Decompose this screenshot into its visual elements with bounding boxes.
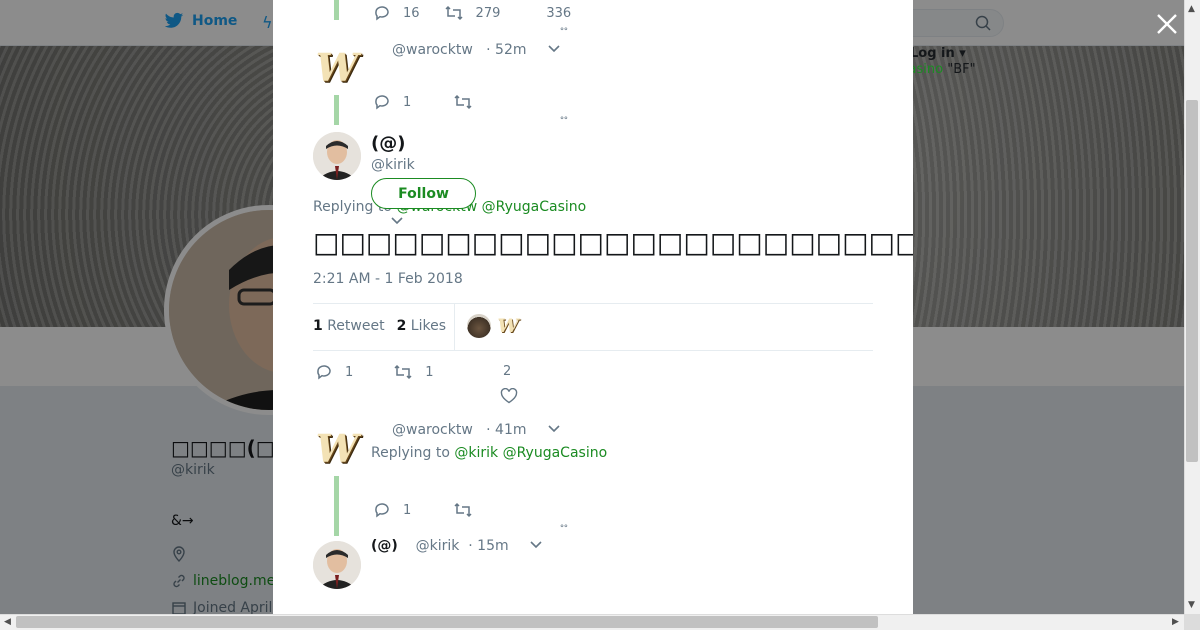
- scroll-left-arrow-icon[interactable]: ◀: [4, 617, 11, 627]
- scroll-right-arrow-icon[interactable]: ▶: [1172, 617, 1179, 627]
- like-action[interactable]: 336: [546, 6, 571, 21]
- avatar-warocktw[interactable]: W: [313, 43, 361, 91]
- tweet-author-name[interactable]: (@): [371, 538, 398, 554]
- tweet-header-warocktw: @warocktw · 52m: [392, 42, 561, 58]
- retweet-action[interactable]: 279: [444, 4, 501, 22]
- reply-count: 1: [403, 94, 412, 110]
- reply-count: 16: [403, 5, 420, 21]
- thread-line: [334, 0, 339, 20]
- heart-icon[interactable]: ᐤᐤ: [560, 115, 568, 126]
- tweet-actions-warocktw-1: 1: [373, 93, 473, 111]
- tweet-handle[interactable]: @warocktw: [392, 422, 473, 438]
- retweet-icon: [454, 94, 472, 110]
- tweet-actions-top: 16 279 336: [373, 4, 571, 22]
- likes-label: Likes: [410, 318, 446, 334]
- divider: [454, 304, 455, 350]
- liker-avatar[interactable]: [467, 314, 491, 338]
- tweet-modal: 16 279 336 ᐤᐤ W @warocktw · 52m 1 ᐤᐤ (@)…: [273, 0, 913, 614]
- replying-to: Replying to @kirik @RyugaCasino: [371, 445, 607, 461]
- thread-line: [334, 95, 339, 125]
- retweet-icon: [454, 502, 472, 518]
- heart-icon[interactable]: ᐤᐤ: [560, 26, 568, 37]
- login-dropdown[interactable]: Log in ▾: [910, 46, 966, 61]
- heart-icon[interactable]: ᐤᐤ: [560, 523, 568, 534]
- reply-icon: [375, 6, 389, 21]
- background-reply-body: "BF": [947, 62, 976, 77]
- tweet-handle[interactable]: @warocktw: [392, 42, 473, 58]
- retweet-action[interactable]: [453, 501, 473, 519]
- tweet-author-name[interactable]: (@): [371, 133, 405, 154]
- reply-icon: [375, 95, 389, 110]
- mention-ryugacasino[interactable]: @RyugaCasino: [503, 445, 608, 461]
- tweet-time[interactable]: · 41m: [486, 422, 526, 438]
- reply-count: 1: [403, 502, 412, 518]
- login-label: Log in: [910, 46, 955, 61]
- reply-icon: [375, 503, 389, 518]
- scrollbar-corner: [1184, 614, 1200, 630]
- scroll-down-arrow-icon[interactable]: ▼: [1188, 600, 1195, 610]
- avatar-warocktw[interactable]: W: [313, 424, 361, 472]
- reply-action[interactable]: 1: [373, 93, 411, 111]
- tweet-stats: 1 Retweet 2 Likes: [313, 318, 446, 334]
- mention-ryugacasino[interactable]: @RyugaCasino: [482, 199, 587, 215]
- like-count: 336: [546, 5, 572, 21]
- retweet-icon: [394, 364, 412, 380]
- mention-kirik[interactable]: @kirik: [454, 445, 498, 461]
- follow-button[interactable]: Follow: [371, 178, 476, 209]
- retweet-action[interactable]: 1: [393, 363, 434, 381]
- likes-stat[interactable]: 2 Likes: [397, 318, 446, 334]
- tweet-author-handle[interactable]: @kirik: [371, 157, 415, 173]
- tweet-header-warocktw: @warocktw · 41m: [392, 422, 561, 438]
- reply-icon: [317, 365, 331, 380]
- reply-action[interactable]: 16: [373, 4, 420, 22]
- thread-line: [334, 476, 339, 536]
- tweet-text: □□□□□□□□□□□□□□□□□□□□□□□□□□□□□□□□□□□□□□□□…: [313, 226, 913, 259]
- divider: [313, 303, 873, 304]
- tweet-handle[interactable]: @kirik: [416, 538, 460, 554]
- chevron-down-icon: ▾: [954, 46, 966, 61]
- likes-number: 2: [396, 318, 407, 334]
- chevron-down-icon[interactable]: [390, 216, 404, 226]
- tweet-time[interactable]: · 52m: [486, 42, 526, 58]
- scroll-up-arrow-icon[interactable]: ▲: [1188, 4, 1195, 14]
- divider: [313, 350, 873, 351]
- reply-count: 1: [345, 364, 354, 380]
- chevron-down-icon[interactable]: [547, 424, 561, 434]
- retweet-count: 279: [475, 5, 501, 21]
- retweet-icon: [445, 5, 463, 21]
- retweets-number: 1: [313, 318, 323, 334]
- tweet-actions-main: 1 1: [315, 363, 434, 381]
- tweet-time[interactable]: · 15m: [468, 538, 508, 554]
- close-icon[interactable]: [1155, 12, 1179, 36]
- retweet-stat[interactable]: 1 Retweet: [313, 318, 385, 334]
- liker-avatar[interactable]: W: [496, 314, 520, 338]
- retweet-action[interactable]: [453, 93, 473, 111]
- replying-prefix: Replying to: [371, 445, 450, 461]
- like-count: 2: [503, 364, 512, 379]
- tweet-header-kirik: (@) @kirik · 15m: [371, 538, 543, 554]
- retweet-count: 1: [425, 364, 434, 380]
- reply-action[interactable]: 1: [315, 363, 353, 381]
- kirik-photo: [313, 132, 361, 180]
- chevron-down-icon[interactable]: [547, 44, 561, 54]
- retweets-label: Retweet: [327, 318, 385, 334]
- horizontal-scrollbar-thumb[interactable]: [16, 616, 878, 628]
- heart-icon[interactable]: [500, 388, 518, 404]
- tweet-timestamp[interactable]: 2:21 AM - 1 Feb 2018: [313, 271, 463, 287]
- tweet-actions-warocktw-2: 1: [373, 501, 473, 519]
- kirik-photo: [313, 541, 361, 589]
- chevron-down-icon[interactable]: [529, 540, 543, 550]
- vertical-scrollbar-thumb[interactable]: [1186, 100, 1198, 462]
- reply-action[interactable]: 1: [373, 501, 411, 519]
- avatar-kirik[interactable]: [313, 541, 361, 589]
- avatar-kirik[interactable]: [313, 132, 361, 180]
